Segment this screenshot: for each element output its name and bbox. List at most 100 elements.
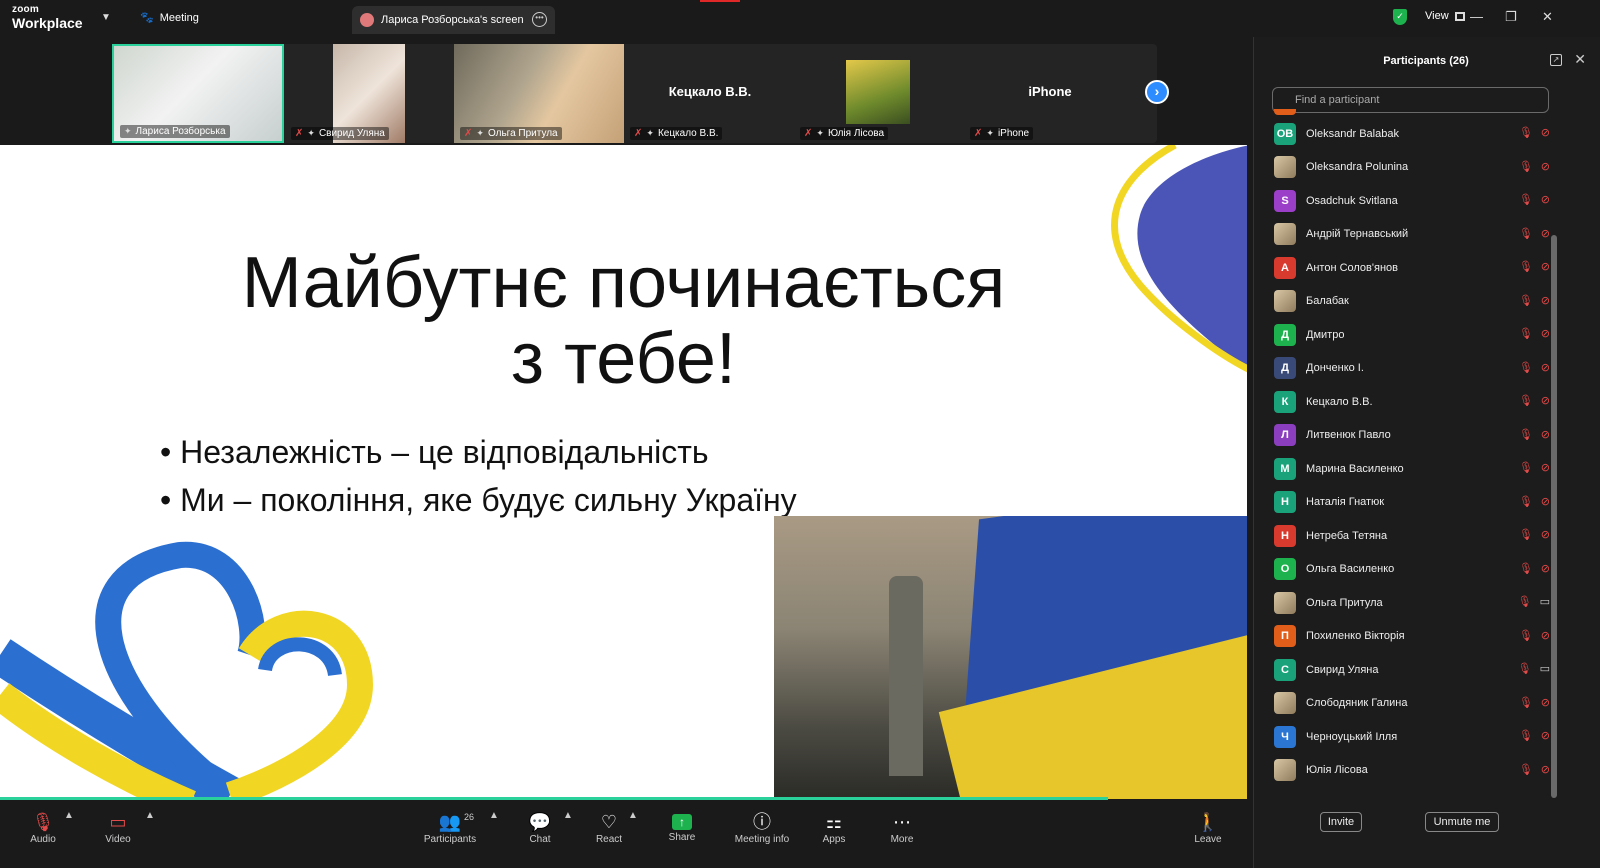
react-button[interactable]: ♡ React	[595, 810, 623, 845]
participant-row[interactable]: С Свирид Уляна 🎙 ▭	[1254, 653, 1554, 687]
close-window-icon[interactable]: ✕	[1542, 9, 1553, 25]
video-thumb[interactable]: iPhone ✗ ✦ iPhone	[964, 44, 1136, 143]
participant-status-icons: 🎙 ⊘	[1519, 729, 1550, 742]
mic-muted-icon: 🎙	[1518, 395, 1533, 407]
participant-row[interactable]: Балабак 🎙 ⊘	[1254, 285, 1554, 319]
participants-options-caret[interactable]: ▲	[489, 810, 499, 821]
react-options-caret[interactable]: ▲	[628, 810, 638, 821]
participant-list-scrollbar[interactable]	[1551, 235, 1557, 798]
participant-row[interactable]: OB Oleksandr Balabak 🎙 ⊘	[1254, 117, 1554, 151]
zoom-workplace-logo[interactable]: zoom Workplace	[12, 5, 83, 31]
info-icon: ⓘ	[753, 812, 771, 832]
participant-row[interactable]: А Антон Солов'янов 🎙 ⊘	[1254, 251, 1554, 285]
participant-row[interactable]: Андрій Тернавський 🎙 ⊘	[1254, 218, 1554, 252]
participant-row[interactable]: Ч Черноуцький Ілля 🎙 ⊘	[1254, 720, 1554, 754]
view-button[interactable]: View	[1425, 10, 1465, 22]
mic-muted-icon: 🎙	[1518, 160, 1533, 173]
mic-muted-icon: 🎙	[1518, 763, 1533, 776]
encryption-shield-icon[interactable]: ✓	[1393, 9, 1407, 25]
chevron-down-icon[interactable]: ▼	[101, 12, 111, 23]
close-icon[interactable]: ✕	[1574, 51, 1586, 68]
mic-off-icon: ✗	[295, 128, 304, 139]
participant-row[interactable]: Юлія Лісова 🎙 ⊘	[1254, 754, 1554, 788]
participant-row[interactable]: S Osadchuk Svitlana 🎙 ⊘	[1254, 184, 1554, 218]
title-bar: zoom Workplace ▼ 🐾 Meeting Лариса Розбор…	[0, 0, 1600, 36]
meeting-toolbar: 🎙 Audio ▲ ▭ Video ▲ 👥 Participants 26 ▲ …	[0, 800, 1250, 868]
avatar	[1274, 223, 1296, 246]
avatar: О	[1274, 558, 1296, 581]
meeting-tab[interactable]: 🐾 Meeting	[140, 11, 199, 25]
participant-status-icons: 🎙 ⊘	[1519, 361, 1550, 374]
participant-row[interactable]: Ольга Притула 🎙 ▭	[1254, 586, 1554, 620]
participant-row[interactable]: П Похиленко Вікторія 🎙 ⊘	[1254, 620, 1554, 654]
mic-off-icon: ✗	[464, 128, 473, 139]
participant-name: Антон Солов'янов	[1306, 261, 1398, 274]
popout-icon[interactable]: ↗	[1550, 54, 1562, 66]
pin-icon: ✦	[646, 128, 654, 138]
avatar: П	[1274, 625, 1296, 648]
next-page-button[interactable]: ›	[1145, 80, 1169, 104]
participant-search-input[interactable]	[1272, 87, 1549, 113]
participant-list[interactable]: OB Oleksandr Balabak 🎙 ⊘ Oleksandra Polunina…	[1254, 117, 1554, 793]
video-off-icon: ⊘	[1540, 529, 1550, 541]
unmute-me-button[interactable]: Unmute me	[1425, 812, 1499, 832]
thumb-name-tag: ✗ ✦ Юлія Лісова	[800, 127, 889, 140]
participant-status-icons: 🎙 ⊘	[1519, 294, 1550, 307]
shared-screen: Майбутнє починається з тебе! Незалежніст…	[0, 145, 1247, 799]
audio-button[interactable]: 🎙 Audio	[28, 810, 58, 845]
participant-row[interactable]: Н Наталія Гнатюк 🎙 ⊘	[1254, 486, 1554, 520]
video-on-icon: ▭	[1539, 596, 1550, 608]
participant-name: Нетреба Тетяна	[1306, 529, 1388, 542]
video-thumb[interactable]: ✗ ✦ Юлія Лісова	[794, 44, 966, 143]
mic-muted-icon: 🎙	[1518, 361, 1533, 374]
participant-status-icons: 🎙 ⊘	[1519, 227, 1550, 240]
participant-row[interactable]: Oleksandra Polunina 🎙 ⊘	[1254, 151, 1554, 185]
more-icon[interactable]: •••	[532, 12, 547, 27]
participant-row[interactable]: Д Дмитро 🎙 ⊘	[1254, 318, 1554, 352]
thumb-name: Кецкало В.В.	[657, 128, 719, 139]
audio-options-caret[interactable]: ▲	[64, 810, 74, 821]
paw-icon: 🐾	[140, 12, 154, 24]
video-off-icon: ⊘	[1540, 495, 1550, 508]
participant-row[interactable]: К Кецкало В.В. 🎙 ⊘	[1254, 385, 1554, 419]
video-button[interactable]: ▭ Video	[102, 810, 134, 845]
more-button[interactable]: ⋯ More	[888, 810, 916, 845]
video-thumb[interactable]: ✦ Лариса Розборська	[112, 44, 284, 143]
restore-icon[interactable]: ❐	[1505, 9, 1517, 25]
apps-button[interactable]: ⚏ Apps	[820, 810, 848, 845]
participant-row[interactable]: Н Нетреба Тетяна 🎙 ⊘	[1254, 519, 1554, 553]
invite-button[interactable]: Invite	[1320, 812, 1362, 832]
video-off-icon: ⊘	[1540, 227, 1550, 240]
participant-name: Свирид Уляна	[1306, 663, 1379, 676]
share-label: Share	[668, 832, 696, 843]
participant-row[interactable]: О Ольга Василенко 🎙 ⊘	[1254, 553, 1554, 587]
leave-button[interactable]: 🚶 Leave	[1194, 810, 1222, 845]
chat-button[interactable]: 💬 Chat	[526, 810, 554, 845]
avatar	[1274, 591, 1296, 614]
participants-panel: Participants (26) ↗ ✕ ⚲ OBOleksandr Bala…	[1253, 37, 1600, 868]
video-thumb[interactable]: ✗ ✦ Ольга Притула	[454, 44, 626, 143]
video-thumb[interactable]: ✗ ✦ Свирид Уляна	[285, 44, 457, 143]
participant-status-icons: 🎙 ⊘	[1519, 160, 1550, 173]
slide-bullet: Незалежність – це відповідальність	[160, 428, 797, 476]
participant-status-icons: 🎙 ⊘	[1519, 696, 1550, 709]
chat-options-caret[interactable]: ▲	[563, 810, 573, 821]
participant-row[interactable]: М Марина Василенко 🎙 ⊘	[1254, 452, 1554, 486]
meeting-info-button[interactable]: ⓘ Meeting info	[731, 810, 793, 845]
video-options-caret[interactable]: ▲	[145, 810, 155, 821]
shared-screen-tab[interactable]: Лариса Розборська's screen •••	[352, 6, 555, 34]
avatar	[1274, 156, 1296, 179]
participant-name: Кецкало В.В.	[1306, 395, 1373, 408]
share-screen-icon: ↑	[672, 814, 692, 830]
participant-row[interactable]: Д Донченко І. 🎙 ⊘	[1254, 352, 1554, 386]
participant-row[interactable]: Л Литвенюк Павло 🎙 ⊘	[1254, 419, 1554, 453]
participant-name: Юлія Лісова	[1306, 764, 1368, 777]
minimize-icon[interactable]: —	[1470, 9, 1483, 24]
share-button[interactable]: ↑ Share	[668, 810, 696, 843]
video-thumb[interactable]: Кецкало В.В. ✗ ✦ Кецкало В.В.	[624, 44, 796, 143]
avatar: М	[1274, 457, 1296, 480]
meeting-info-label: Meeting info	[734, 834, 790, 845]
avatar: Ч	[1274, 725, 1296, 748]
participant-row[interactable]: Слободяник Галина 🎙 ⊘	[1254, 687, 1554, 721]
panel-title: Participants (26)	[1383, 55, 1469, 67]
